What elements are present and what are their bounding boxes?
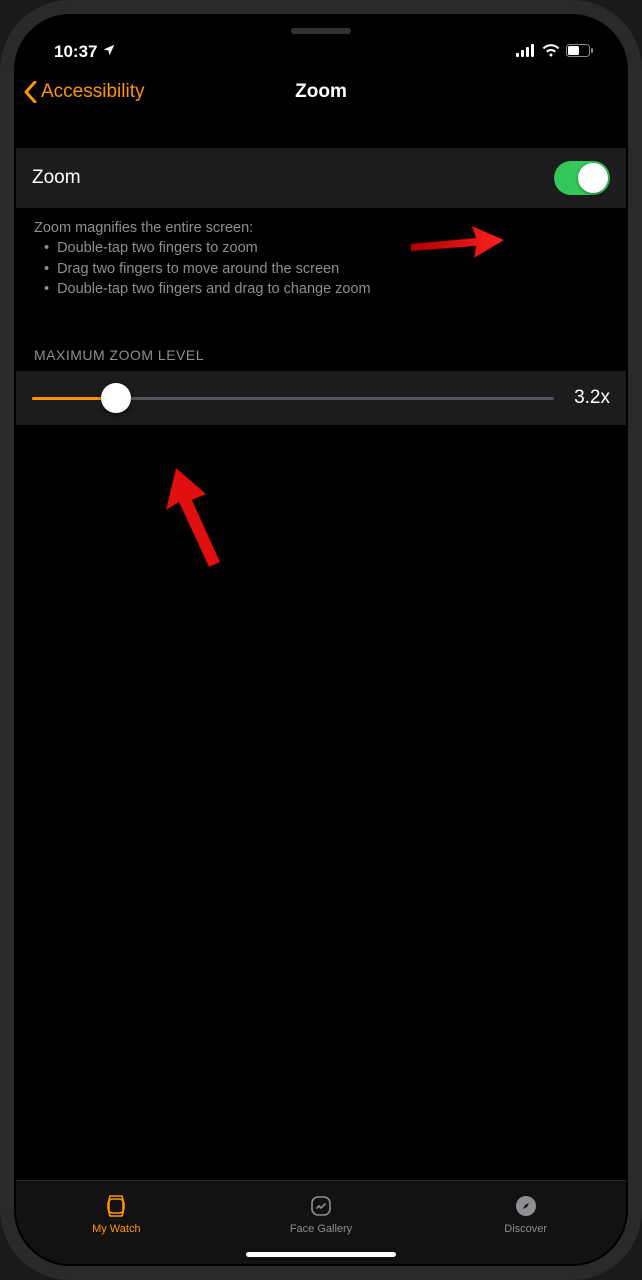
watch-icon xyxy=(102,1192,130,1220)
max-zoom-slider-row: 3.2x xyxy=(14,371,628,425)
tab-label: My Watch xyxy=(92,1223,141,1235)
zoom-description-intro: Zoom magnifies the entire screen: xyxy=(34,218,608,238)
max-zoom-value: 3.2x xyxy=(568,387,610,409)
tab-label: Face Gallery xyxy=(290,1223,352,1235)
max-zoom-slider[interactable] xyxy=(32,397,554,400)
zoom-description-bullet: Double-tap two fingers and drag to chang… xyxy=(44,279,608,299)
location-services-icon xyxy=(102,42,116,62)
wifi-icon xyxy=(542,42,560,62)
zoom-description-bullet: Drag two fingers to move around the scre… xyxy=(44,259,608,279)
max-zoom-section-header: MAXIMUM ZOOM LEVEL xyxy=(14,299,628,371)
battery-icon xyxy=(566,42,594,62)
zoom-toggle-label: Zoom xyxy=(32,167,81,189)
zoom-description: Zoom magnifies the entire screen: Double… xyxy=(14,208,628,299)
navigation-bar: Accessibility Zoom xyxy=(14,66,628,118)
zoom-toggle[interactable] xyxy=(554,161,610,195)
page-title: Zoom xyxy=(295,81,347,103)
back-button-label: Accessibility xyxy=(41,81,144,103)
tab-discover[interactable]: Discover xyxy=(423,1181,628,1246)
slider-thumb[interactable] xyxy=(101,383,131,413)
zoom-description-bullet: Double-tap two fingers to zoom xyxy=(44,238,608,258)
zoom-toggle-row: Zoom xyxy=(14,148,628,208)
tab-label: Discover xyxy=(504,1223,547,1235)
back-button[interactable]: Accessibility xyxy=(24,81,144,103)
compass-icon xyxy=(512,1192,540,1220)
tab-my-watch[interactable]: My Watch xyxy=(14,1181,219,1246)
chevron-left-icon xyxy=(24,81,37,103)
cellular-signal-icon xyxy=(516,42,536,62)
home-indicator[interactable] xyxy=(246,1252,396,1257)
tab-face-gallery[interactable]: Face Gallery xyxy=(219,1181,424,1246)
status-time: 10:37 xyxy=(54,42,97,62)
face-gallery-icon xyxy=(307,1192,335,1220)
